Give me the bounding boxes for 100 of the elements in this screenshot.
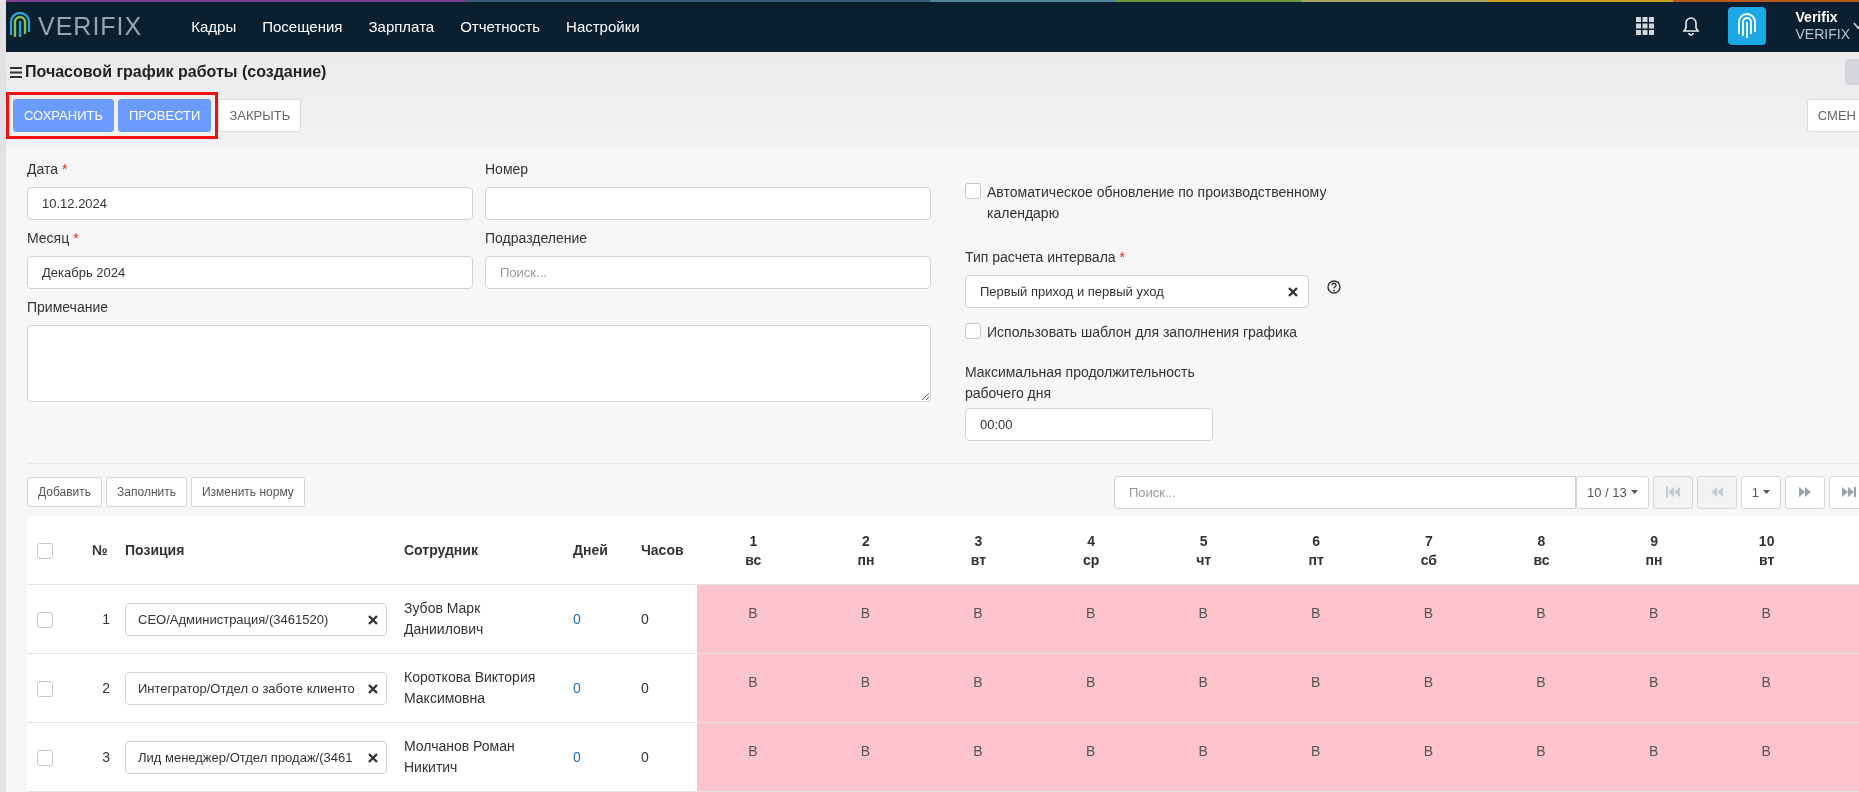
day-number: 5 (1199, 532, 1208, 549)
day-number: 1 (749, 532, 758, 549)
day-cell: В (1034, 723, 1148, 791)
select-all-checkbox[interactable] (37, 542, 53, 559)
day-cell: В (1597, 585, 1711, 653)
day-cell: В (1597, 654, 1711, 722)
weekday: вс (1533, 551, 1550, 568)
nav-menu-item[interactable]: Посещения (262, 17, 343, 35)
notification-bell-icon[interactable] (1681, 16, 1700, 36)
checkbox-label: Автоматическое обновление по производственному календарю (987, 183, 1328, 223)
day-cell: В (1259, 654, 1373, 722)
day-cell: В (922, 585, 1035, 653)
page-size-dropdown[interactable]: 10 / 13 (1576, 475, 1649, 509)
field-label: Дата (27, 161, 58, 179)
hours-value: 0 (641, 611, 649, 627)
day-number: 6 (1312, 532, 1321, 549)
clear-icon[interactable] (368, 614, 378, 625)
days-link[interactable]: 0 (573, 680, 581, 696)
nav-menu-item[interactable]: Зарплата (368, 17, 435, 35)
day-cell: В (1485, 654, 1598, 722)
note-field[interactable] (27, 325, 931, 402)
clear-icon[interactable] (368, 752, 378, 763)
nav-menu-item[interactable]: Кадры (191, 17, 237, 35)
column-header: Сотрудник (404, 542, 478, 558)
day-cell: В (1034, 654, 1148, 722)
table-action-button[interactable]: Заполнить (106, 477, 187, 507)
day-cell: В (1147, 585, 1260, 653)
position-select[interactable]: СЕО/Администрация/(3461520) (125, 602, 387, 636)
hours-value: 0 (641, 680, 649, 696)
day-cell: В (1372, 723, 1486, 791)
position-select[interactable]: Лид менеджер/Отдел продаж/(3461 (125, 740, 387, 774)
company-name: VERIFIX (1795, 26, 1850, 43)
column-header: Позиция (125, 542, 185, 558)
weekday: вс (745, 551, 762, 568)
checkbox[interactable] (965, 183, 981, 199)
day-number: 4 (1087, 532, 1095, 549)
weekday: вт (970, 551, 987, 568)
apps-grid-icon[interactable] (1635, 17, 1654, 35)
month-field[interactable]: Декабрь 2024 (27, 256, 473, 289)
row-checkbox[interactable] (37, 611, 53, 628)
first-page-button[interactable] (1652, 475, 1693, 509)
hours-value: 0 (641, 749, 649, 765)
weekday: чт (1196, 551, 1212, 568)
day-cell: В (697, 723, 810, 791)
date-field[interactable]: 10.12.2024 (27, 187, 473, 220)
action-button[interactable]: ЗАКРЫТЬ (218, 99, 302, 132)
action-button[interactable]: СМЕН (1806, 99, 1859, 132)
last-page-icon (1842, 487, 1856, 497)
menu-icon[interactable] (10, 66, 22, 78)
position-select[interactable]: Интегратор/Отдел о заботе клиенто (125, 671, 387, 705)
last-page-button[interactable] (1829, 475, 1859, 509)
days-link[interactable]: 0 (573, 749, 581, 765)
row-number: 2 (102, 680, 110, 696)
interval-type-select[interactable]: Первый приход и первый уход (965, 275, 1309, 308)
day-cell: В (1372, 585, 1486, 653)
field-label: Примечание (27, 299, 109, 317)
required-mark: * (62, 161, 68, 179)
checkbox[interactable] (965, 323, 981, 339)
table-action-button[interactable]: Изменить норму (190, 477, 305, 507)
row-checkbox[interactable] (37, 680, 53, 697)
day-cell: В (1710, 654, 1823, 722)
day-cell: В (809, 654, 923, 722)
rewind-icon (1710, 487, 1723, 497)
caret-icon (1630, 490, 1638, 494)
division-field[interactable]: Поиск... (485, 256, 931, 289)
employee-name: Молчанов Роман Никитич (404, 737, 516, 777)
field-label: Максимальная продолжительность рабочего дня (965, 363, 1196, 403)
number-field[interactable] (485, 187, 931, 220)
column-header: Часов (641, 542, 684, 558)
next-page-button[interactable] (1785, 475, 1825, 509)
weekday: ср (1082, 551, 1100, 568)
day-cell: В (1259, 585, 1373, 653)
row-number: 3 (102, 749, 110, 765)
day-number: 2 (862, 532, 870, 549)
clear-icon[interactable] (368, 683, 378, 694)
nav-menu-item[interactable]: Настройки (566, 17, 640, 35)
table-action-button[interactable]: Добавить (27, 477, 103, 507)
field-label: Подразделение (485, 230, 588, 248)
brand-name: VERIFIX (38, 11, 143, 41)
page-dropdown[interactable]: 1 (1740, 475, 1781, 509)
day-cell: В (1147, 723, 1260, 791)
user-avatar[interactable] (1727, 7, 1766, 45)
previous-page-button[interactable] (1696, 475, 1737, 509)
help-icon[interactable] (1327, 279, 1341, 294)
nav-menu-item[interactable]: Отчетность (460, 17, 541, 35)
day-cell: В (697, 654, 810, 722)
required-mark: * (1119, 249, 1126, 267)
weekday: пт (1308, 551, 1324, 568)
day-cell: В (922, 723, 1035, 791)
day-cell: В (1710, 723, 1823, 791)
clear-icon[interactable] (1288, 286, 1298, 297)
field-label: Номер (485, 161, 529, 179)
search-field[interactable]: Поиск... (1114, 475, 1576, 509)
days-link[interactable]: 0 (573, 611, 581, 627)
day-cell: В (1034, 585, 1148, 653)
day-number: 10 (1758, 532, 1775, 549)
duration-field[interactable]: 00:00 (965, 408, 1213, 441)
row-checkbox[interactable] (37, 749, 53, 766)
field-label: Месяц (27, 230, 70, 248)
field-label: Тип расчета интервала (965, 249, 1116, 267)
